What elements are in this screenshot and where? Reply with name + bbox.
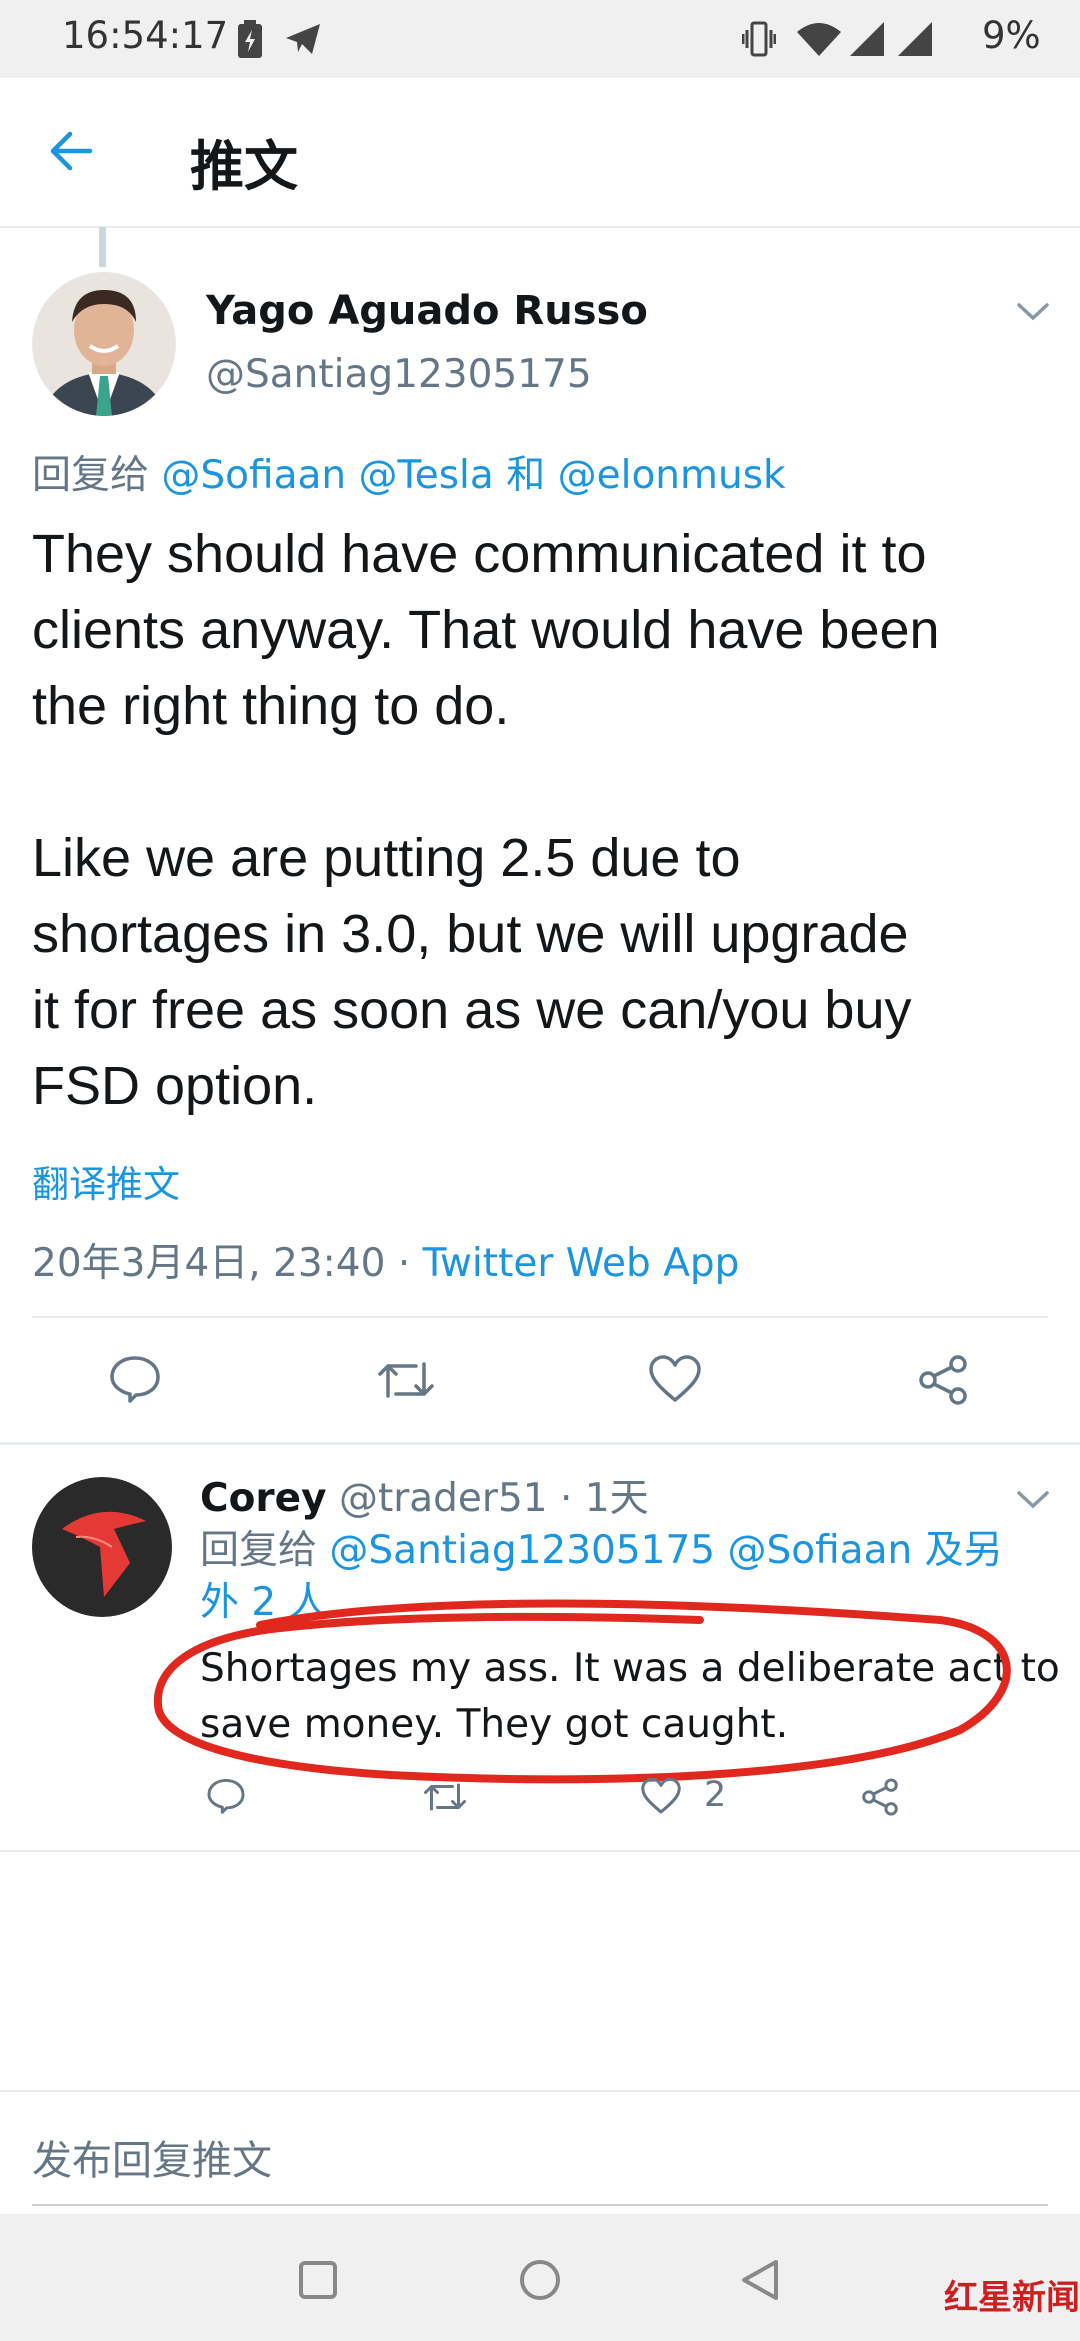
tweet-text: They should have communicated it to clie… — [32, 516, 1062, 1124]
chevron-down-icon[interactable] — [1016, 302, 1050, 322]
reply-icon[interactable] — [206, 1777, 246, 1815]
status-time: 16:54:17 — [62, 14, 229, 57]
back-arrow-icon[interactable] — [48, 128, 94, 174]
mention-link[interactable]: @Sofiaan — [728, 1528, 913, 1573]
tweet-text-line: it for free as soon as we can/you buy — [32, 980, 912, 1040]
wifi-icon — [797, 23, 841, 56]
divider — [32, 1316, 1048, 1318]
battery-percent: 9% — [982, 14, 1041, 57]
recents-square-icon[interactable] — [298, 2260, 338, 2300]
reply-prefix: 回复给 — [200, 1528, 318, 1573]
home-circle-icon[interactable] — [518, 2258, 562, 2302]
translate-tweet-link[interactable]: 翻译推文 — [32, 1154, 180, 1208]
compose-underline — [32, 2204, 1048, 2206]
mention-link[interactable]: @Sofiaan — [161, 453, 346, 498]
retweet-icon[interactable] — [376, 1356, 436, 1404]
tweet-text-line: shortages in 3.0, but we will upgrade — [32, 904, 909, 964]
reply-header: Corey @trader51 · 1天 — [200, 1467, 649, 1523]
tweet-text-line: They should have communicated it to — [32, 524, 927, 584]
share-icon[interactable] — [916, 1354, 970, 1406]
author-handle[interactable]: @Santiag12305175 — [206, 352, 592, 397]
reply-prefix: 回复给 — [32, 453, 150, 498]
nav-bar: 红星新闻 — [0, 2214, 1080, 2341]
telegram-icon — [286, 24, 320, 54]
like-count: 2 — [704, 1775, 727, 1815]
header: 推文 — [0, 78, 1080, 228]
mention-link[interactable]: @Santiag12305175 — [329, 1528, 715, 1573]
tweet-text-line: the right thing to do. — [32, 676, 510, 736]
page-title: 推文 — [190, 135, 298, 198]
author-display-name[interactable]: Yago Aguado Russo — [206, 288, 648, 334]
signal-icon-2 — [898, 22, 932, 56]
tweet-meta: 20年3月4日, 23:40 · Twitter Web App — [32, 1232, 739, 1288]
time-ago: · 1天 — [559, 1476, 649, 1521]
section-divider — [0, 1850, 1080, 1852]
like-heart-icon[interactable] — [640, 1777, 682, 1815]
tweet-text-line: Like we are putting 2.5 due to — [32, 828, 741, 888]
reply-tweet[interactable]: Corey @trader51 · 1天 回复给 @Santiag1230517… — [0, 1445, 1080, 1850]
watermark-logo: 红星新闻 — [944, 2278, 1080, 2318]
author-handle[interactable]: @trader51 — [339, 1476, 548, 1521]
mention-conjunction[interactable]: 和 — [506, 453, 545, 498]
mention-link[interactable]: @Tesla — [359, 453, 494, 498]
meta-separator: · — [397, 1241, 411, 1286]
reply-icon[interactable] — [108, 1354, 162, 1404]
author-display-name[interactable]: Corey — [200, 1476, 327, 1521]
back-triangle-icon[interactable] — [740, 2258, 780, 2302]
compose-reply-input[interactable]: 发布回复推文 — [32, 2128, 272, 2186]
avatar[interactable] — [32, 272, 176, 416]
like-heart-icon[interactable] — [648, 1354, 702, 1404]
status-bar: 16:54:17 9% — [0, 0, 1080, 78]
chevron-down-icon[interactable] — [1016, 1490, 1050, 1510]
replying-to: 回复给 @Sofiaan @Tesla 和 @elonmusk — [32, 444, 786, 500]
retweet-icon[interactable] — [422, 1779, 468, 1815]
tweet-text-line: clients anyway. That would have been — [32, 600, 940, 660]
mention-link[interactable]: @elonmusk — [558, 453, 786, 498]
signal-icon-1 — [850, 22, 884, 56]
main-tweet: Yago Aguado Russo @Santiag12305175 回复给 @… — [0, 226, 1080, 1444]
vibrate-icon — [742, 21, 776, 57]
compose-bar: 发布回复推文 — [0, 2090, 1080, 2216]
timestamp: 20年3月4日, 23:40 — [32, 1241, 386, 1286]
source-link[interactable]: Twitter Web App — [423, 1241, 740, 1286]
tweet-text-line: FSD option. — [32, 1056, 318, 1116]
share-icon[interactable] — [860, 1777, 900, 1817]
battery-charging-icon — [238, 20, 262, 58]
red-circle-annotation — [153, 1599, 1011, 1784]
